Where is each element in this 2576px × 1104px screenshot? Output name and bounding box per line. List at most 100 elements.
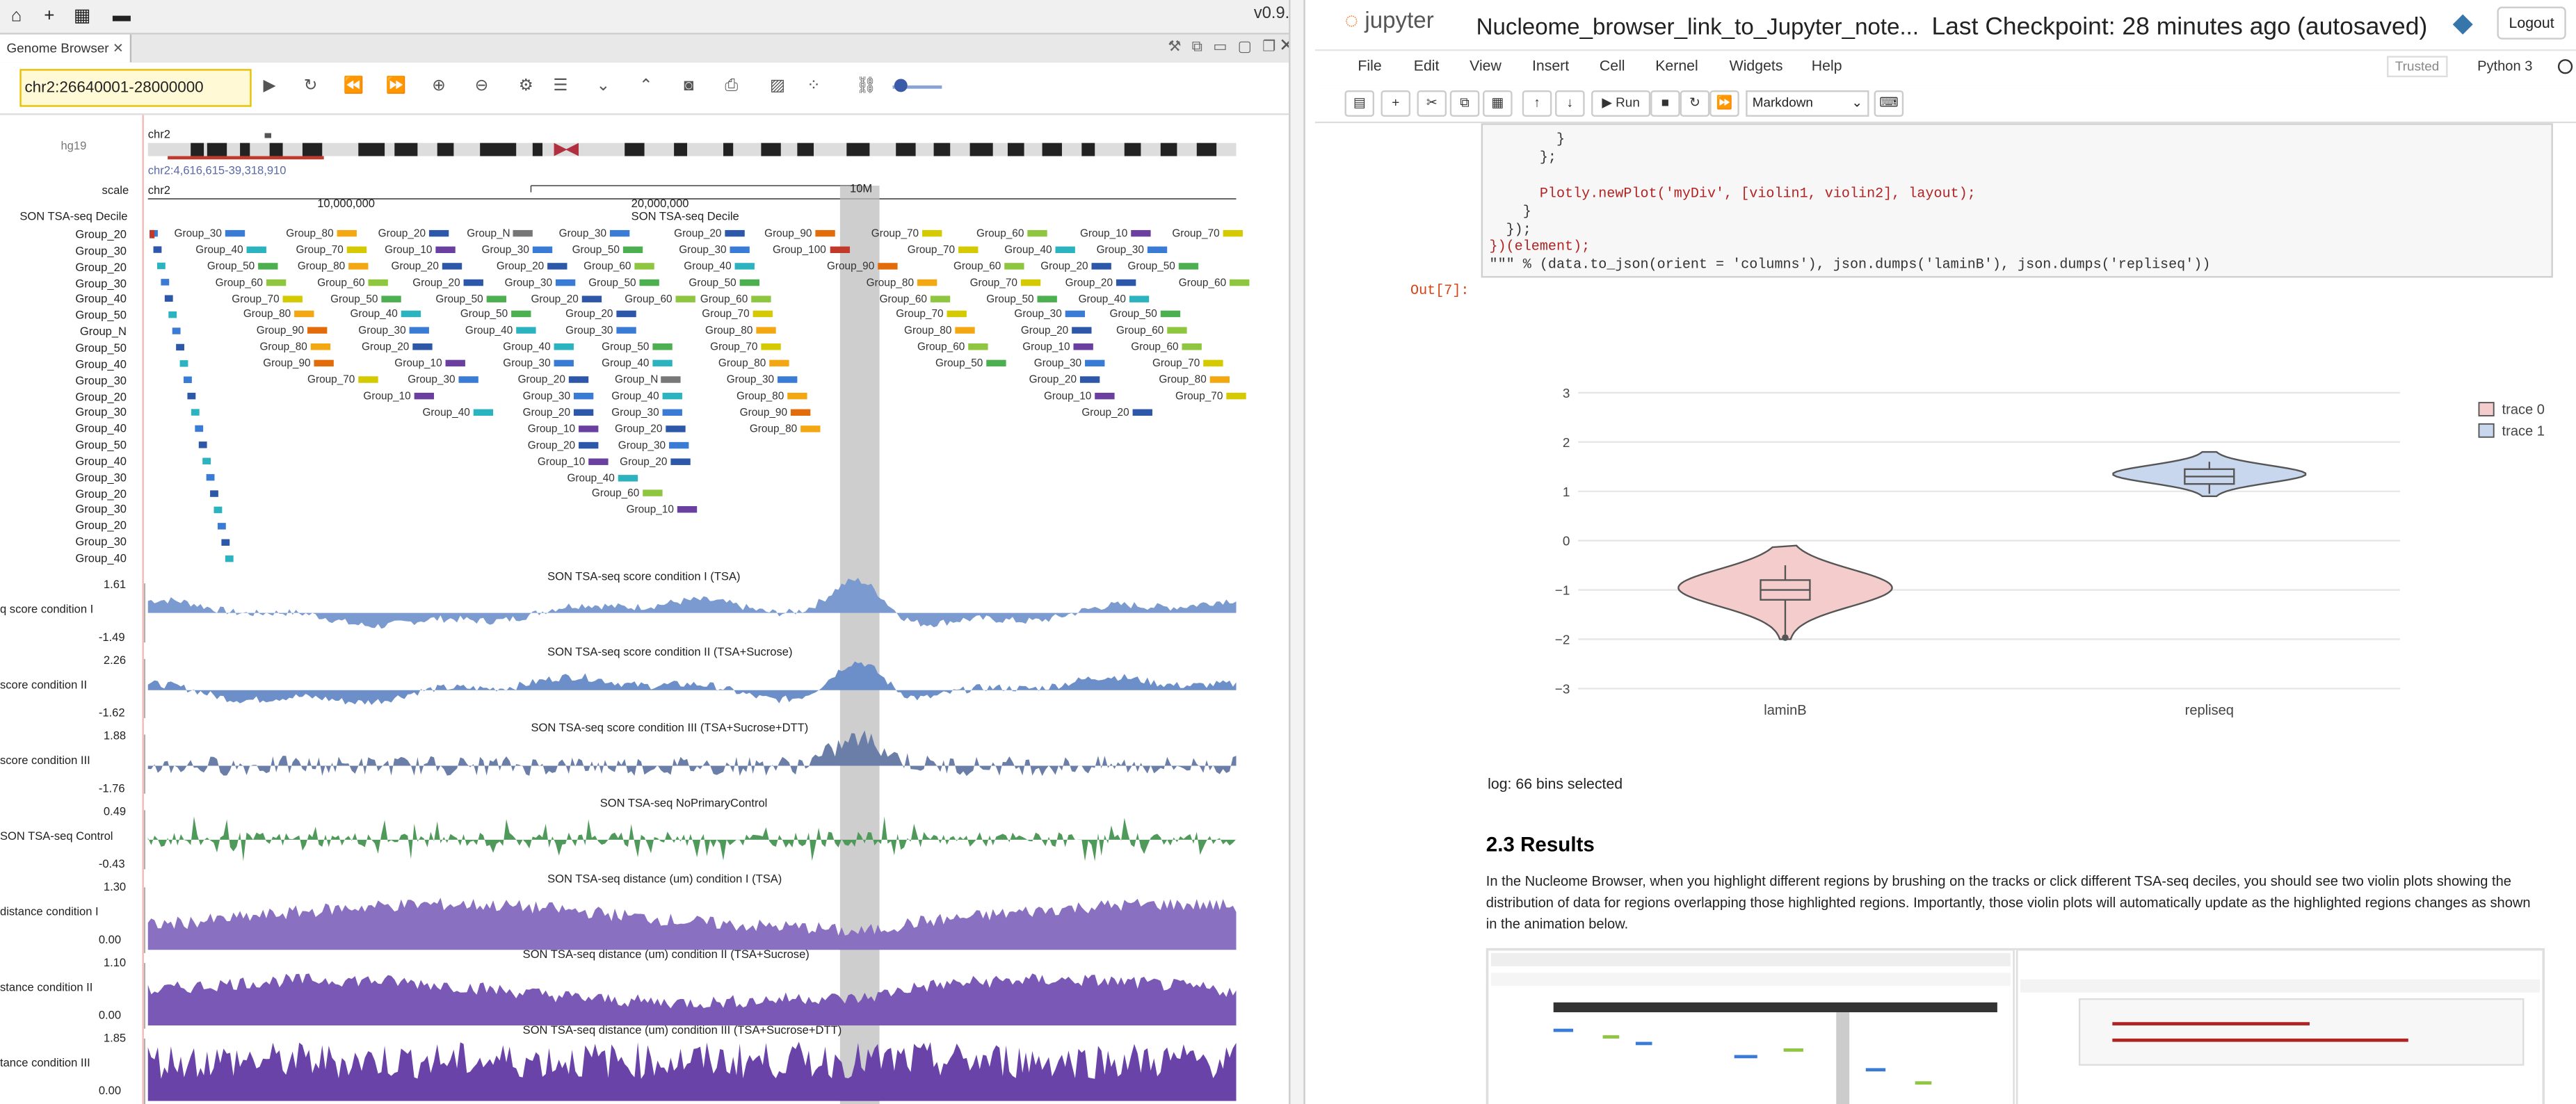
decile-item[interactable]: Group_80 — [1159, 375, 1230, 386]
decile-item[interactable]: Group_10 — [1044, 391, 1115, 403]
decile-item[interactable]: Group_30 — [1034, 358, 1105, 370]
decile-item[interactable]: Group_10 — [1022, 342, 1093, 353]
decile-bar[interactable] — [293, 310, 314, 318]
decile-item[interactable]: Group_20 — [362, 342, 433, 353]
decile-item[interactable]: Group_60 — [1116, 325, 1187, 337]
decile-item[interactable]: Group_30 — [1014, 309, 1085, 320]
decile-bar[interactable] — [756, 327, 776, 334]
camera-icon[interactable]: ◙ — [675, 74, 702, 100]
decile-item[interactable]: Group_60 — [1179, 277, 1250, 289]
decile-bar[interactable] — [588, 458, 609, 465]
decile-bar[interactable] — [616, 310, 636, 318]
decile-item[interactable]: Group_10 — [363, 391, 434, 403]
violin-plot[interactable]: 3 2 1 0 −1 −2 −3 laminB repliseq trace 0 trace 1 — [1479, 370, 2576, 748]
decile-item[interactable]: Group_70 — [296, 245, 367, 257]
decile-item[interactable]: Group_70 — [710, 342, 781, 353]
decile-item[interactable]: Group_80 — [705, 325, 776, 337]
decile-bar[interactable] — [516, 327, 536, 334]
decile-item[interactable]: Group_50 — [435, 294, 506, 306]
decile-bar[interactable] — [1095, 392, 1115, 400]
locus-input[interactable]: chr2:26640001-28000000 — [19, 69, 252, 107]
decile-bar[interactable] — [1203, 359, 1223, 367]
decile-item[interactable]: Group_60 — [976, 229, 1047, 240]
decile-item[interactable]: Group_20 — [528, 440, 599, 452]
decile-bar[interactable] — [622, 246, 643, 254]
decile-item[interactable]: Group_30 — [505, 277, 576, 289]
decile-item[interactable]: Group_N — [467, 229, 533, 240]
decile-item[interactable]: Group_50 — [207, 261, 278, 273]
decile-item[interactable]: Group_10 — [538, 457, 609, 469]
decile-bar[interactable] — [412, 343, 433, 350]
decile-bar[interactable] — [282, 295, 303, 302]
decile-bar[interactable] — [578, 441, 599, 449]
decile-bar[interactable] — [1037, 295, 1057, 302]
decile-bar[interactable] — [662, 409, 682, 416]
decile-item[interactable]: Group_90 — [764, 229, 835, 240]
decile-bar[interactable] — [442, 263, 462, 270]
decile-item[interactable]: Group_30 — [482, 245, 553, 257]
print-icon[interactable]: ⎙ — [718, 74, 745, 100]
decile-item[interactable]: Group_90 — [740, 407, 811, 419]
decile-item[interactable]: Group_50 — [602, 342, 673, 353]
decile-bar[interactable] — [1079, 376, 1100, 383]
decile-bar[interactable] — [675, 295, 695, 302]
menu-item-help[interactable]: Help — [1812, 58, 1842, 74]
decile-item[interactable]: Group_60 — [583, 261, 654, 273]
decile-bar[interactable] — [573, 409, 594, 416]
decile-bar[interactable] — [414, 392, 434, 400]
decile-bar[interactable] — [1229, 279, 1250, 286]
settings-icon[interactable]: ⚙ — [513, 74, 539, 100]
paste-icon[interactable]: ▦ — [1483, 90, 1513, 117]
decile-item[interactable]: Group_80 — [750, 424, 821, 435]
decile-bar[interactable] — [662, 392, 682, 400]
decile-bar[interactable] — [634, 263, 654, 270]
decile-item[interactable]: Group_20 — [497, 261, 567, 273]
decile-bar[interactable] — [463, 279, 483, 286]
decile-bar[interactable] — [1027, 229, 1047, 237]
refresh-icon[interactable]: ↻ — [298, 74, 324, 100]
decile-item[interactable]: Group_80 — [867, 277, 937, 289]
decile-bar[interactable] — [314, 359, 334, 367]
panel-controls[interactable]: ⚒ ⧉ ▭ ▢ ❐ — [1168, 38, 1279, 56]
decile-bar[interactable] — [958, 246, 979, 254]
decile-bar[interactable] — [1209, 376, 1230, 383]
decile-bar[interactable] — [581, 295, 602, 302]
decile-bar[interactable] — [725, 229, 745, 237]
decile-bar[interactable] — [955, 327, 975, 334]
decile-bar[interactable] — [266, 279, 287, 286]
decile-bar[interactable] — [458, 376, 478, 383]
decile-item[interactable]: Group_20 — [1081, 407, 1152, 419]
decile-item[interactable]: Group_50 — [935, 358, 1006, 370]
decile-item[interactable]: Group_30 — [358, 325, 429, 337]
decile-bar[interactable] — [730, 246, 750, 254]
decile-item[interactable]: Group_50 — [572, 245, 643, 257]
decile-item[interactable]: Group_70 — [702, 309, 773, 320]
decile-item[interactable]: Group_20 — [378, 229, 449, 240]
stripes-icon[interactable]: ▨ — [764, 74, 791, 100]
move-up-icon[interactable]: ↑ — [1522, 90, 1552, 117]
decile-bar[interactable] — [1131, 229, 1151, 237]
decile-item[interactable]: Group_10 — [385, 245, 456, 257]
decile-bar[interactable] — [1160, 310, 1180, 318]
decile-item[interactable]: Group_60 — [917, 342, 988, 353]
decile-bar[interactable] — [348, 263, 369, 270]
add-icon[interactable]: + — [36, 3, 63, 30]
decile-bar[interactable] — [337, 229, 357, 237]
decile-item[interactable]: Group_10 — [394, 358, 465, 370]
decile-item[interactable]: Group_90 — [827, 261, 898, 273]
decile-item[interactable]: Group_80 — [243, 309, 314, 320]
decile-bar[interactable] — [1167, 327, 1187, 334]
decile-item[interactable]: Group_60 — [625, 294, 695, 306]
decile-item[interactable]: Group_30 — [618, 440, 689, 452]
decile-bar[interactable] — [573, 392, 594, 400]
decile-bar[interactable] — [307, 327, 328, 334]
decile-item[interactable]: Group_10 — [1080, 229, 1151, 240]
menu-item-edit[interactable]: Edit — [1414, 58, 1440, 74]
decile-bar[interactable] — [445, 359, 465, 367]
close-icon[interactable]: ✕ — [113, 41, 124, 56]
decile-item[interactable]: Group_30 — [1097, 245, 1168, 257]
decile-item[interactable]: Group_20 — [518, 375, 589, 386]
menu-item-view[interactable]: View — [1470, 58, 1502, 74]
stop-icon[interactable]: ■ — [1650, 90, 1680, 117]
decile-bar[interactable] — [1182, 343, 1202, 350]
